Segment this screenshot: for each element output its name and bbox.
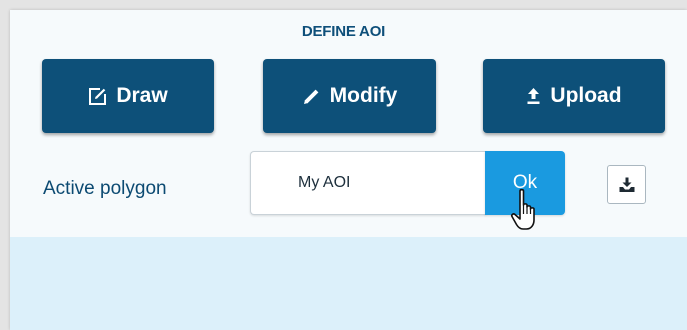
map-area[interactable] <box>10 237 687 330</box>
download-button[interactable] <box>607 165 646 204</box>
draw-button-label: Draw <box>116 84 168 107</box>
panel-title: DEFINE AOI <box>301 23 386 40</box>
define-aoi-panel: DEFINE AOI Draw Modify Upload Active pol… <box>10 10 687 330</box>
modify-button-label: Modify <box>329 84 398 107</box>
active-polygon-label: Active polygon <box>43 178 167 199</box>
upload-button-label: Upload <box>550 84 622 107</box>
upload-button[interactable]: Upload <box>483 59 665 133</box>
upload-icon <box>526 87 541 105</box>
download-icon <box>618 176 636 194</box>
ok-button[interactable]: Ok <box>485 151 565 215</box>
polygon-name-input[interactable] <box>250 151 486 215</box>
draw-button[interactable]: Draw <box>42 59 214 133</box>
pencil-icon <box>302 87 321 106</box>
edit-square-icon <box>88 87 107 106</box>
modify-button[interactable]: Modify <box>263 59 436 133</box>
